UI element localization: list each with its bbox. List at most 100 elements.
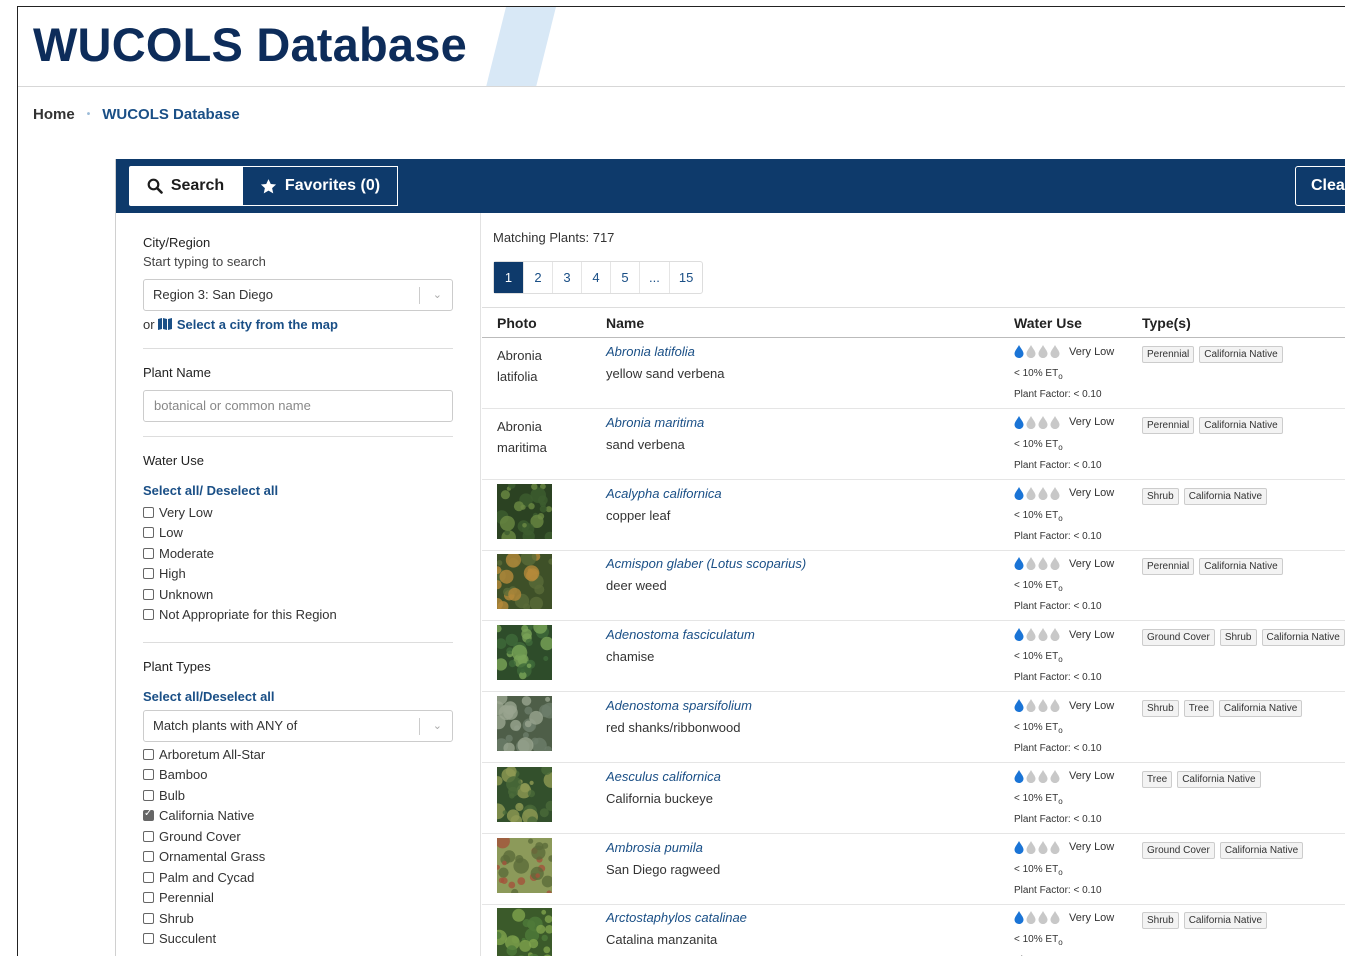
plant-photo[interactable] bbox=[497, 625, 552, 681]
checkbox-option[interactable]: Succulent bbox=[143, 929, 453, 950]
plant-photo[interactable] bbox=[497, 554, 552, 610]
water-use-label: Very Low bbox=[1069, 699, 1115, 712]
checkbox-option[interactable]: Unknown bbox=[143, 584, 453, 605]
checkbox-option[interactable]: Low bbox=[143, 523, 453, 544]
botanical-name-link[interactable]: Adenostoma sparsifolium bbox=[606, 698, 752, 713]
plant-photo[interactable] bbox=[497, 483, 552, 539]
page-link[interactable]: 3 bbox=[552, 262, 581, 293]
header-decoration bbox=[485, 7, 557, 86]
water-use-rating: Very Low bbox=[1014, 911, 1115, 925]
plant-photo[interactable] bbox=[497, 908, 552, 956]
plant-photo[interactable] bbox=[497, 766, 552, 822]
checkbox[interactable] bbox=[143, 506, 154, 518]
et-percentage: < 10% ETo bbox=[1014, 439, 1063, 452]
checkbox-label: Moderate bbox=[159, 545, 214, 561]
checkbox-option[interactable]: Perennial bbox=[143, 888, 453, 909]
water-drop-icon bbox=[1050, 345, 1060, 358]
page-link[interactable]: ... bbox=[639, 262, 669, 293]
water-drop-icon bbox=[1026, 486, 1036, 500]
botanical-name-link[interactable]: Ambrosia pumila bbox=[606, 840, 703, 855]
database-panel: Search Favorites (0) Clea City/Region St… bbox=[115, 159, 1345, 956]
type-badge: California Native bbox=[1199, 416, 1283, 434]
clear-button[interactable]: Clea bbox=[1295, 166, 1345, 206]
page-link[interactable]: 4 bbox=[581, 262, 610, 293]
water-use-select-all[interactable]: Select all/ Deselect all bbox=[143, 483, 453, 498]
botanical-name-link[interactable]: Abronia latifolia bbox=[606, 344, 695, 359]
checkbox-option[interactable]: Moderate bbox=[143, 543, 453, 564]
checkbox[interactable] bbox=[143, 851, 154, 863]
checkbox[interactable] bbox=[143, 808, 154, 822]
water-use-label: Very Low bbox=[1069, 770, 1115, 783]
plant-name-input[interactable]: botanical or common name bbox=[143, 390, 453, 422]
type-badge: Ground Cover bbox=[1142, 629, 1215, 647]
water-drop-icon bbox=[1038, 557, 1048, 571]
table-row: Ambrosia pumila San Diego ragweed Very Low… bbox=[482, 834, 1345, 905]
checkbox[interactable] bbox=[143, 933, 154, 945]
plant-photo[interactable] bbox=[497, 696, 552, 751]
page-link[interactable]: 1 bbox=[494, 262, 523, 293]
city-region-select[interactable]: Region 3: San Diego ⌄ bbox=[143, 279, 453, 311]
water-drop-icon bbox=[1038, 486, 1048, 500]
photo-alt-text[interactable]: Abronia maritima bbox=[497, 416, 577, 458]
plant-types-match-select[interactable]: Match plants with ANY of ⌄ bbox=[143, 710, 453, 742]
plant-name-label: Plant Name bbox=[143, 365, 211, 380]
plant-name-filter: Plant Name botanical or common name bbox=[143, 365, 453, 422]
checkbox[interactable] bbox=[143, 830, 154, 842]
checkbox-option[interactable]: Ornamental Grass bbox=[143, 847, 453, 868]
page-link[interactable]: 2 bbox=[523, 262, 552, 293]
plant-types-label: Plant Types bbox=[143, 659, 211, 674]
page-link[interactable]: 15 bbox=[668, 262, 702, 293]
search-tab-label: Search bbox=[170, 177, 225, 194]
checkbox[interactable] bbox=[143, 568, 154, 580]
type-badge: Shrub bbox=[1142, 487, 1179, 505]
plant-photo[interactable] bbox=[497, 837, 552, 893]
botanical-name-link[interactable]: Arctostaphylos catalinae bbox=[606, 910, 747, 925]
checkbox-option[interactable]: High bbox=[143, 564, 453, 585]
water-use-label: Very Low bbox=[1069, 416, 1115, 429]
checkbox[interactable] bbox=[143, 789, 154, 801]
checkbox-option[interactable]: Very Low bbox=[143, 502, 453, 523]
checkbox-option[interactable]: Bamboo bbox=[143, 765, 453, 786]
botanical-name-link[interactable]: Abronia maritima bbox=[606, 415, 704, 430]
breadcrumb-home[interactable]: Home bbox=[33, 106, 75, 123]
plant-factor: Plant Factor: < 0.10 bbox=[1014, 601, 1102, 613]
checkbox-option[interactable]: Palm and Cycad bbox=[143, 867, 453, 888]
checkbox[interactable] bbox=[143, 912, 154, 924]
favorites-tab[interactable]: Favorites (0) bbox=[242, 166, 398, 206]
common-name: California buckeye bbox=[606, 790, 713, 806]
search-tab[interactable]: Search bbox=[129, 166, 242, 206]
checkbox[interactable] bbox=[143, 892, 154, 904]
plant-types-select-all[interactable]: Select all/Deselect all bbox=[143, 689, 453, 704]
checkbox[interactable] bbox=[143, 871, 154, 883]
chevron-down-icon[interactable]: ⌄ bbox=[433, 280, 442, 310]
checkbox-option[interactable]: Not Appropriate for this Region bbox=[143, 605, 453, 626]
et-text: < 10% ET bbox=[1014, 580, 1059, 592]
checkbox[interactable] bbox=[143, 609, 154, 621]
checkbox-option[interactable]: Bulb bbox=[143, 785, 453, 806]
results-panel: Matching Plants: 717 1 2 3 4 5... 15 Photo Na… bbox=[482, 213, 1345, 956]
botanical-name-link[interactable]: Adenostoma fasciculatum bbox=[606, 627, 755, 642]
botanical-name-link[interactable]: Acalypha californica bbox=[606, 486, 722, 501]
botanical-name-link[interactable]: Acmispon glaber (Lotus scoparius) bbox=[606, 556, 806, 571]
checkbox-option[interactable]: Ground Cover bbox=[143, 826, 453, 847]
checkbox[interactable] bbox=[143, 547, 154, 559]
checkbox[interactable] bbox=[143, 527, 154, 539]
checkbox[interactable] bbox=[143, 588, 154, 600]
checkbox[interactable] bbox=[143, 748, 154, 760]
map-select-link[interactable]: or Select a city from the map bbox=[143, 317, 453, 332]
et-subscript: o bbox=[1058, 372, 1063, 381]
page-link[interactable]: 5 bbox=[610, 262, 639, 293]
toolbar: Search Favorites (0) Clea bbox=[116, 159, 1345, 213]
checkbox[interactable] bbox=[143, 769, 154, 781]
breadcrumb-current[interactable]: WUCOLS Database bbox=[102, 106, 240, 123]
checkbox-option[interactable]: California Native bbox=[143, 806, 453, 827]
checkbox-option[interactable]: Arboretum All-Star bbox=[143, 744, 453, 765]
botanical-name-link[interactable]: Aesculus californica bbox=[606, 769, 721, 784]
water-use-label: Very Low bbox=[1069, 911, 1115, 924]
table-row: Acalypha californica copper leaf Very Low <… bbox=[482, 480, 1345, 551]
type-badge: California Native bbox=[1218, 700, 1303, 717]
water-drop-icon bbox=[1038, 699, 1048, 712]
chevron-down-icon[interactable]: ⌄ bbox=[433, 711, 442, 741]
photo-alt-text[interactable]: Abronia latifolia bbox=[497, 345, 577, 387]
checkbox-option[interactable]: Shrub bbox=[143, 908, 453, 929]
